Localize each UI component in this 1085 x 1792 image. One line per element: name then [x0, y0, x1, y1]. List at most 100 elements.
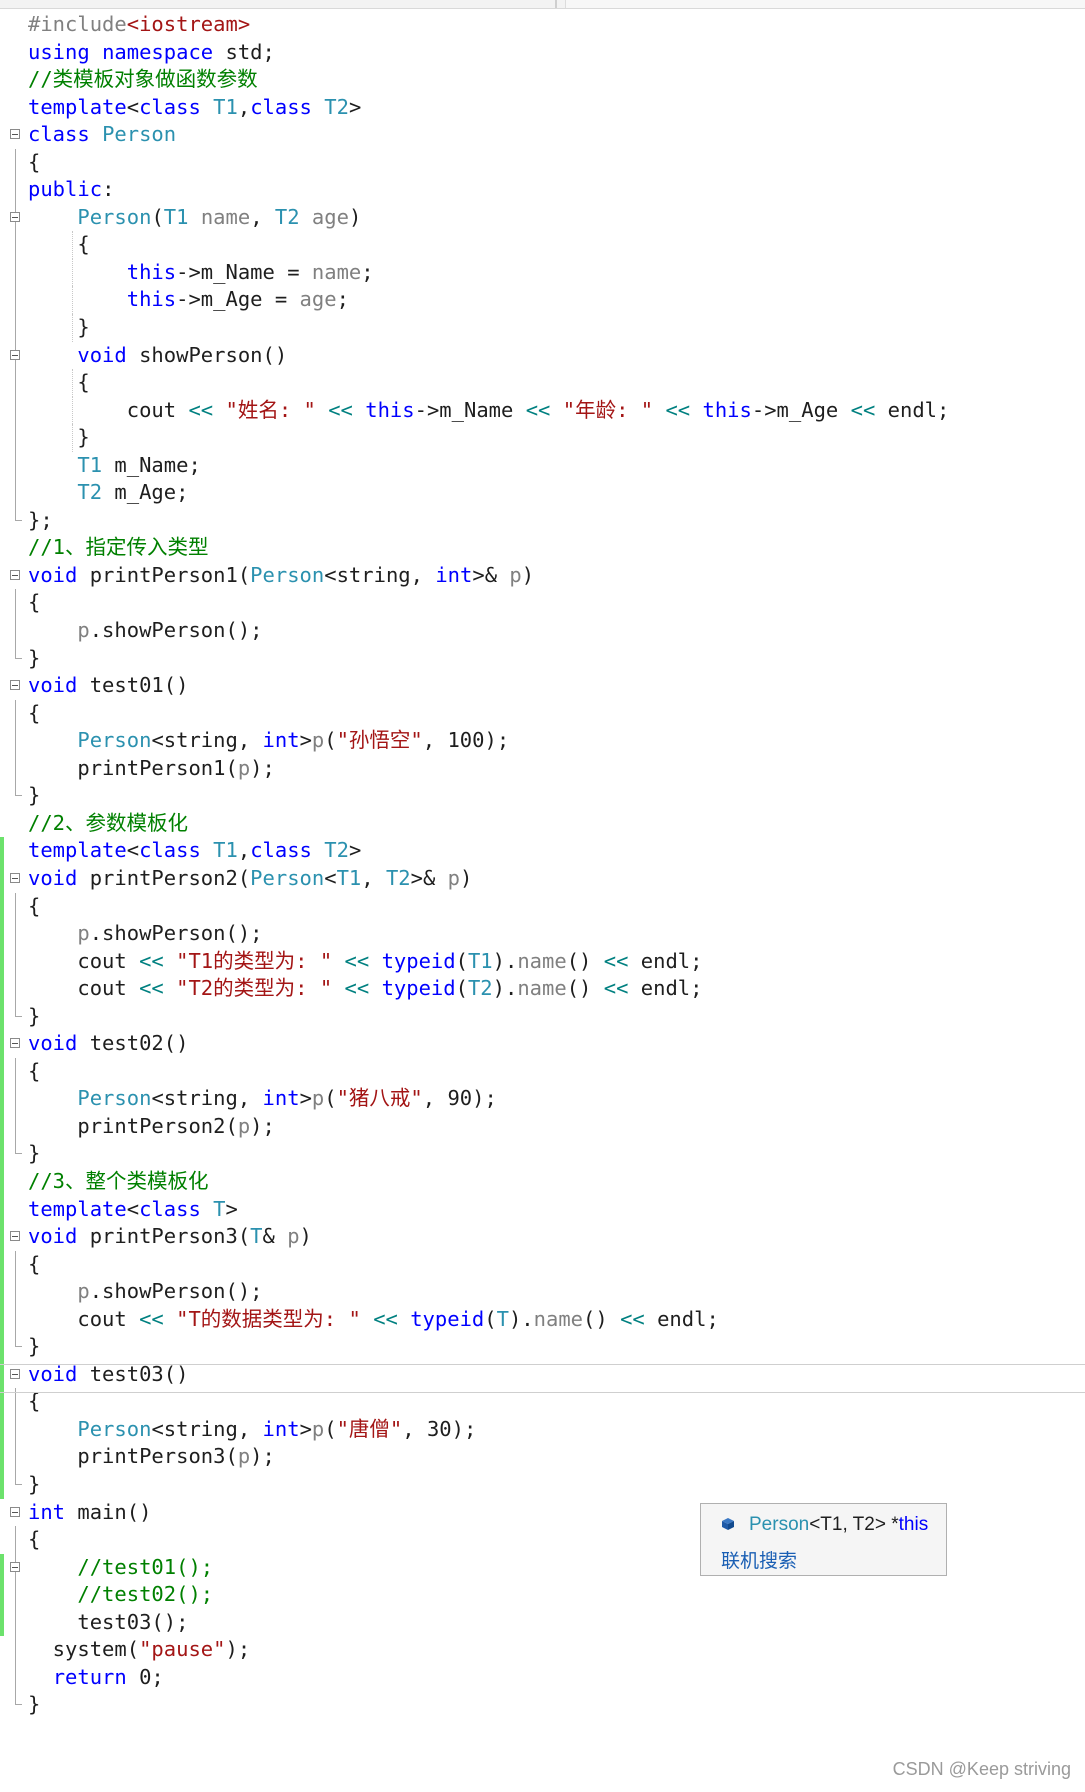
code-line[interactable]: T2 m_Age;: [0, 479, 1085, 507]
code-line[interactable]: //3、整个类模板化: [0, 1167, 1085, 1196]
outline-guide: [15, 424, 16, 452]
code-text: p.showPerson();: [77, 921, 263, 946]
code-line[interactable]: Person(T1 name, T2 age): [0, 203, 1085, 232]
collapse-toggle-icon[interactable]: [10, 1368, 20, 1379]
change-marker: [0, 920, 4, 948]
code-text: {: [28, 1058, 41, 1083]
collapse-toggle-icon[interactable]: [10, 1038, 20, 1049]
code-text: {: [28, 893, 41, 918]
code-line[interactable]: {: [0, 231, 1085, 259]
code-line[interactable]: printPerson3(p);: [0, 1443, 1085, 1471]
code-line[interactable]: {: [0, 369, 1085, 397]
code-line[interactable]: }: [0, 1470, 1085, 1499]
code-line[interactable]: //类模板对象做函数参数: [0, 66, 1085, 94]
code-line[interactable]: {: [0, 1250, 1085, 1279]
code-text: this->m_Age = age;: [126, 287, 349, 312]
code-line[interactable]: template<class T1,class T2>: [0, 94, 1085, 122]
outline-guide: [15, 1526, 16, 1554]
change-marker: [0, 1195, 4, 1224]
code-line[interactable]: {: [0, 1057, 1085, 1086]
editor-tab-left[interactable]: [0, 0, 557, 8]
code-line[interactable]: class Person: [0, 121, 1085, 149]
code-line[interactable]: p.showPerson();: [0, 617, 1085, 645]
change-marker: [0, 1608, 4, 1637]
code-line[interactable]: cout << "T1的类型为: " << typeid(T1).name() …: [0, 947, 1085, 976]
collapse-toggle-icon[interactable]: [10, 129, 20, 140]
code-line[interactable]: };: [0, 506, 1085, 535]
code-line[interactable]: void showPerson(): [0, 341, 1085, 370]
outline-guide: [15, 1470, 22, 1485]
code-line[interactable]: {: [0, 892, 1085, 921]
code-line[interactable]: cout << "T的数据类型为: " << typeid(T).name() …: [0, 1305, 1085, 1334]
code-line[interactable]: //2、参数模板化: [0, 810, 1085, 838]
code-line[interactable]: void test01(): [0, 672, 1085, 700]
code-text: void printPerson3(T& p): [28, 1224, 312, 1249]
code-text: using namespace std;: [28, 39, 275, 64]
code-line[interactable]: }: [0, 1333, 1085, 1361]
code-line[interactable]: {: [0, 699, 1085, 728]
change-marker: [0, 864, 4, 893]
code-text: void printPerson1(Person<string, int>& p…: [28, 562, 535, 587]
code-line[interactable]: p.showPerson();: [0, 920, 1085, 948]
outline-guide: [15, 148, 16, 177]
code-text: this->m_Name = name;: [126, 259, 374, 284]
code-line[interactable]: Person<string, int>p("孙悟空", 100);: [0, 727, 1085, 755]
code-text: {: [28, 149, 41, 174]
code-line[interactable]: public:: [0, 176, 1085, 204]
collapse-toggle-icon[interactable]: [10, 680, 20, 691]
code-text: };: [28, 507, 53, 532]
code-text: T1 m_Name;: [77, 452, 201, 477]
code-line[interactable]: void printPerson2(Person<T1, T2>& p): [0, 864, 1085, 893]
collapse-toggle-icon[interactable]: [10, 211, 20, 222]
collapse-toggle-icon[interactable]: [10, 569, 20, 580]
code-line[interactable]: cout << "T2的类型为: " << typeid(T2).name() …: [0, 975, 1085, 1003]
code-line[interactable]: void printPerson3(T& p): [0, 1223, 1085, 1251]
code-line[interactable]: printPerson2(p);: [0, 1112, 1085, 1141]
code-text: //test02();: [28, 1582, 214, 1607]
code-line[interactable]: test03();: [0, 1608, 1085, 1637]
code-line[interactable]: }: [0, 1691, 1085, 1719]
code-line[interactable]: printPerson1(p);: [0, 754, 1085, 783]
code-line[interactable]: //1、指定传入类型: [0, 534, 1085, 562]
code-line[interactable]: }: [0, 782, 1085, 810]
code-line[interactable]: {: [0, 148, 1085, 177]
code-line[interactable]: void test02(): [0, 1030, 1085, 1058]
code-line[interactable]: //test02();: [0, 1581, 1085, 1609]
code-line[interactable]: p.showPerson();: [0, 1278, 1085, 1306]
code-line[interactable]: }: [0, 1140, 1085, 1168]
code-editor[interactable]: #include<iostream> using namespace std; //…: [0, 11, 1085, 1719]
code-line[interactable]: return 0;: [0, 1663, 1085, 1692]
code-line[interactable]: void printPerson1(Person<string, int>& p…: [0, 562, 1085, 590]
code-line[interactable]: this->m_Name = name;: [0, 258, 1085, 287]
code-line[interactable]: T1 m_Name;: [0, 451, 1085, 480]
code-line[interactable]: }: [0, 644, 1085, 673]
outline-guide: [15, 1002, 22, 1017]
code-line[interactable]: using namespace std;: [0, 39, 1085, 67]
code-line[interactable]: cout << "姓名: " << this->m_Name << "年龄: "…: [0, 396, 1085, 425]
code-line[interactable]: template<class T1,class T2>: [0, 837, 1085, 865]
change-marker: [0, 1112, 4, 1141]
code-line[interactable]: }: [0, 1002, 1085, 1031]
online-search-link[interactable]: 联机搜索: [721, 1546, 797, 1573]
code-line[interactable]: Person<string, int>p("唐僧", 30);: [0, 1415, 1085, 1444]
outline-guide: [15, 451, 16, 480]
collapse-toggle-icon[interactable]: [10, 1231, 20, 1242]
code-line[interactable]: #include<iostream>: [0, 11, 1085, 39]
collapse-toggle-icon[interactable]: [10, 1561, 20, 1572]
code-line[interactable]: }: [0, 424, 1085, 452]
collapse-toggle-icon[interactable]: [10, 349, 20, 360]
outline-guide: [15, 314, 16, 342]
collapse-toggle-icon[interactable]: [10, 1506, 20, 1517]
code-line[interactable]: }: [0, 314, 1085, 342]
code-line[interactable]: template<class T>: [0, 1195, 1085, 1224]
code-line[interactable]: this->m_Age = age;: [0, 286, 1085, 315]
code-line[interactable]: {: [0, 589, 1085, 618]
code-line[interactable]: Person<string, int>p("猪八戒", 90);: [0, 1085, 1085, 1113]
code-text: {: [28, 590, 41, 615]
collapse-toggle-icon[interactable]: [10, 872, 20, 883]
code-text: class Person: [28, 122, 177, 147]
code-text: }: [28, 783, 41, 808]
editor-tab-right[interactable]: [565, 0, 1085, 8]
outline-guide: [15, 479, 16, 507]
code-line[interactable]: system("pause");: [0, 1636, 1085, 1664]
